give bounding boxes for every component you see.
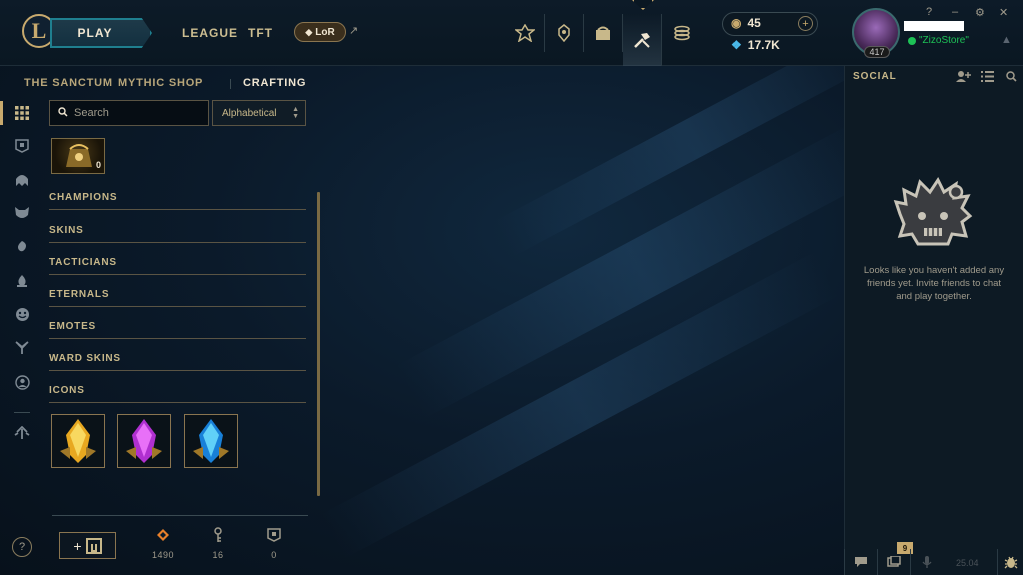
subnav-crafting[interactable]: CRAFTING	[243, 77, 306, 89]
chest-icon[interactable]	[13, 137, 31, 155]
rp-amount: 45	[747, 16, 761, 30]
social-title: SOCIAL	[853, 71, 897, 82]
external-link-icon: ↗	[349, 25, 359, 37]
materials-icon[interactable]	[13, 424, 31, 442]
rp-row: ◉ 45	[731, 16, 761, 30]
sort-dropdown[interactable]: Alphabetical ▲ ▼	[212, 100, 306, 126]
play-button[interactable]: PLAY	[50, 18, 152, 48]
key-fragment-amount: 16	[212, 550, 224, 560]
all-items-icon[interactable]	[13, 104, 31, 122]
orange-essence-amount: 1490	[151, 550, 175, 560]
blue-essence-row: ❖ 17.7K	[731, 38, 780, 52]
level-badge: 417	[864, 46, 890, 58]
close-icon[interactable]: ✕	[999, 6, 1008, 19]
footer-divider	[52, 515, 308, 516]
help-button[interactable]: ?	[12, 537, 32, 557]
collection-icon[interactable]	[584, 14, 623, 52]
nav-tft[interactable]: TFT	[248, 26, 273, 40]
rail-divider	[14, 412, 30, 413]
minimize-button[interactable]: –	[952, 6, 958, 18]
key-fragment-icon	[211, 527, 225, 542]
category-icons[interactable]: ICONS	[49, 385, 306, 403]
notification-bell-icon[interactable]: ▲	[1001, 34, 1012, 46]
profile-icon[interactable]	[13, 373, 31, 391]
chat-button[interactable]	[844, 549, 876, 575]
friend-list-settings-icon[interactable]	[979, 69, 995, 83]
ward-icon[interactable]	[13, 339, 31, 357]
craft-plus-label: +	[73, 537, 82, 554]
voice-button[interactable]	[910, 549, 942, 575]
emote-icon[interactable]	[13, 305, 31, 323]
bug-icon	[1004, 556, 1017, 569]
lor-logo-icon: ◆	[305, 26, 313, 37]
crafting-icon[interactable]	[623, 14, 662, 66]
champion-icon[interactable]	[13, 171, 31, 189]
profile-rank-icon[interactable]	[545, 14, 584, 52]
orange-essence-icon	[156, 528, 170, 542]
microphone-icon	[921, 556, 932, 568]
search-icon	[58, 106, 68, 120]
active-tab-notch-icon	[632, 0, 654, 10]
category-eternals[interactable]: ETERNALS	[49, 289, 306, 307]
nav-league[interactable]: LEAGUE	[182, 26, 238, 40]
online-status-icon	[908, 37, 916, 45]
top-navigation-bar: L PLAY LEAGUE TFT ◆ LoR ↗ ◉ 45 + ❖ 17.7K…	[0, 0, 1023, 66]
help-window-button[interactable]: ?	[926, 6, 932, 18]
event-hub-icon[interactable]	[506, 14, 545, 52]
social-panel	[844, 66, 1023, 575]
eternal-icon[interactable]	[13, 272, 31, 290]
key-chest-icon	[85, 537, 102, 554]
empty-friends-message: Looks like you haven't added any friends…	[863, 265, 1005, 302]
summoner-name-redacted	[904, 21, 964, 31]
chest-counter: 0	[254, 528, 294, 560]
social-search-icon[interactable]	[1003, 69, 1019, 83]
league-client-window: L PLAY LEAGUE TFT ◆ LoR ↗ ◉ 45 + ❖ 17.7K…	[0, 0, 1023, 575]
chest-amount: 0	[271, 550, 277, 560]
subnav-divider	[230, 79, 231, 89]
category-tacticians[interactable]: TACTICIANS	[49, 257, 306, 275]
blue-essence-icon: ❖	[731, 38, 742, 52]
category-skins[interactable]: SKINS	[49, 225, 306, 243]
client-version: 25.04	[956, 558, 979, 568]
bug-report-button[interactable]	[997, 549, 1023, 575]
category-emotes[interactable]: EMOTES	[49, 321, 306, 339]
gold-essence-icon[interactable]	[51, 414, 105, 468]
chest-count: 0	[96, 160, 102, 170]
category-ward-skins[interactable]: WARD SKINS	[49, 353, 306, 371]
crafting-scrollbar[interactable]	[317, 192, 320, 496]
subnav-the-sanctum[interactable]: THE SANCTUM	[24, 77, 113, 89]
store-icon[interactable]	[662, 14, 701, 52]
chat-icon	[854, 557, 867, 567]
blue-essence-icon[interactable]	[184, 414, 238, 468]
top-icon-group	[506, 14, 701, 66]
skin-icon[interactable]	[13, 204, 31, 222]
orange-essence-counter: 1490	[143, 528, 183, 560]
search-field[interactable]	[49, 100, 209, 126]
tactician-icon[interactable]	[13, 238, 31, 256]
craft-key-button[interactable]: +	[59, 532, 116, 559]
status-message[interactable]: "ZizoStore"	[919, 35, 969, 46]
add-friend-icon[interactable]	[955, 69, 971, 83]
sort-dropdown-value: Alphabetical	[222, 107, 277, 119]
category-champions[interactable]: CHAMPIONS	[49, 192, 306, 210]
lor-button[interactable]: ◆ LoR	[294, 22, 346, 42]
poro-placeholder-icon	[892, 174, 974, 248]
rail-active-indicator	[0, 101, 3, 125]
sort-arrows-icon: ▲ ▼	[292, 106, 299, 120]
play-button-label: PLAY	[77, 26, 113, 40]
lor-label: LoR	[315, 26, 335, 38]
search-input[interactable]	[74, 107, 194, 119]
rp-icon: ◉	[731, 16, 742, 30]
key-fragment-counter: 16	[198, 527, 238, 560]
blue-essence-amount: 17.7K	[747, 38, 780, 52]
settings-gear-icon[interactable]: ⚙	[975, 6, 985, 19]
subnav-mythic-shop[interactable]: MYTHIC SHOP	[118, 77, 203, 89]
notifications-icon	[886, 556, 901, 567]
buy-rp-button[interactable]: +	[798, 16, 813, 31]
chest-count-icon	[267, 528, 281, 542]
purple-essence-icon[interactable]	[117, 414, 171, 468]
